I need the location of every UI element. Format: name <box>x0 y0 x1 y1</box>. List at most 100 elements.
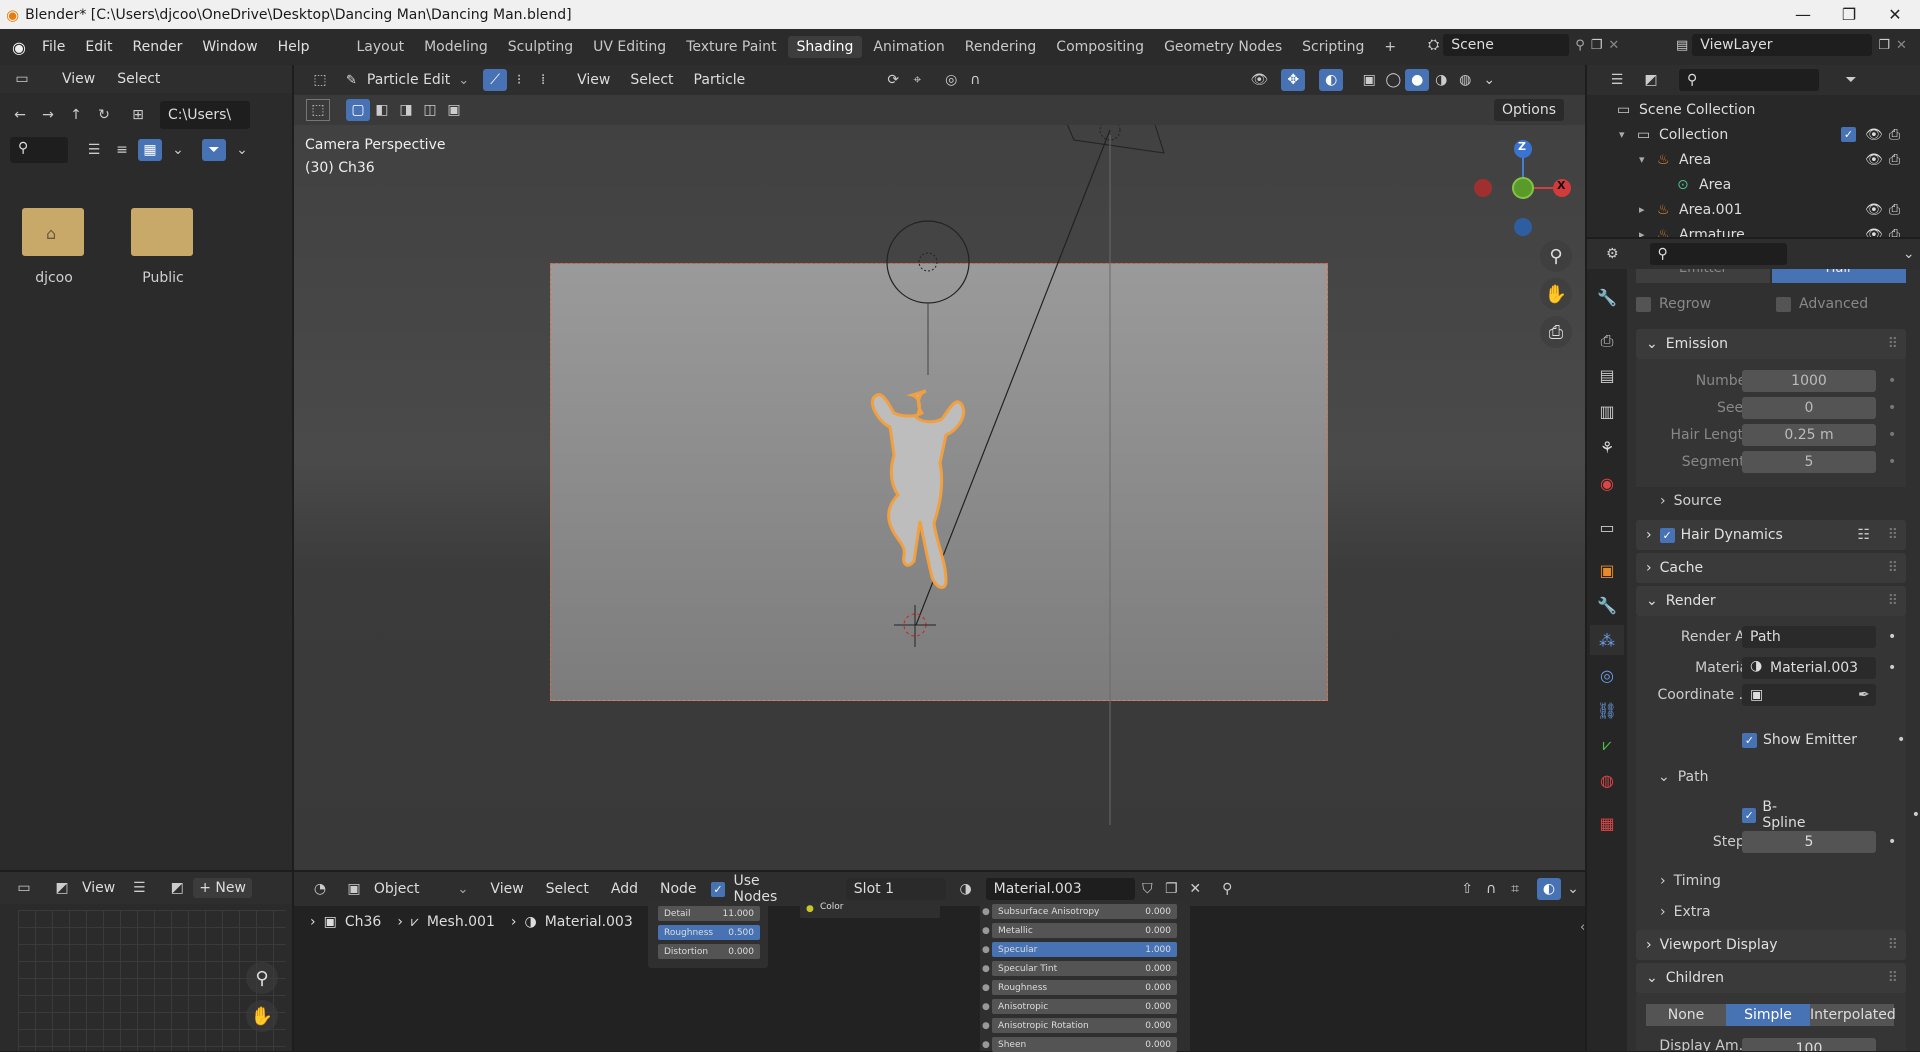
outliner-row[interactable]: ▸ ♨ Area.001 👁 ⎙ <box>1587 197 1900 222</box>
transform-orientation-icon[interactable]: ⟳ <box>881 69 905 91</box>
new-image-button[interactable]: + New <box>193 878 252 898</box>
solid-shading-icon[interactable]: ● <box>1405 69 1430 91</box>
bsdf-input-value[interactable]: 1.000 <box>1145 945 1171 955</box>
menu-file[interactable]: File <box>32 39 75 55</box>
options-dropdown[interactable]: Options <box>1494 99 1565 121</box>
snap-target-icon[interactable]: ⌗ <box>1503 878 1527 900</box>
mode-subtract-icon[interactable]: ◨ <box>394 99 418 121</box>
filter-dropdown-icon[interactable]: ⌄ <box>230 139 254 161</box>
shader-type-dropdown[interactable]: Object <box>366 881 428 897</box>
tab-shading[interactable]: Shading <box>787 36 863 58</box>
ie-zoom-icon[interactable]: ⚲ <box>246 962 278 994</box>
keyframe-dot-icon[interactable]: • <box>1888 660 1896 676</box>
extra-subpanel[interactable]: › Extra <box>1660 900 1711 924</box>
regrow-checkbox[interactable] <box>1636 296 1651 312</box>
bsdf-input-row[interactable]: Anisotropic Rotation 0.000 ● <box>982 1018 1177 1033</box>
bsdf-input-row[interactable]: Roughness 0.000 ● <box>982 980 1177 995</box>
type-emitter-tab[interactable]: Emitter <box>1636 269 1770 283</box>
steps-field[interactable]: 5 <box>1742 831 1876 853</box>
emission-field-value[interactable]: 0.25 m <box>1742 424 1876 446</box>
scene-name-field[interactable]: Scene <box>1443 34 1570 56</box>
color-output-socket[interactable]: ● Color <box>800 902 940 918</box>
drag-handle-icon[interactable]: ⠿ <box>1888 336 1898 352</box>
socket-dot-icon[interactable]: ● <box>982 1021 990 1031</box>
eyedropper-icon[interactable]: ✒ <box>1858 687 1870 703</box>
menu-window[interactable]: Window <box>192 39 267 55</box>
view-layer-selector[interactable]: ▤ ViewLayer ❐ ✕ <box>1676 34 1907 56</box>
drag-handle-icon[interactable]: ⠿ <box>1888 560 1898 576</box>
proportional-edit-icon[interactable]: ◎ <box>939 69 963 91</box>
xray-icon[interactable]: ▣ <box>1357 69 1381 91</box>
use-nodes-checkbox[interactable]: ✓ <box>710 881 726 897</box>
fb-search-icon[interactable]: ⚲ <box>10 137 68 163</box>
image-browse-icon[interactable]: ◩ <box>165 877 189 899</box>
shading-options-icon[interactable]: ⌄ <box>1477 69 1501 91</box>
source-subpanel[interactable]: › Source <box>1660 489 1722 513</box>
material-name-field[interactable]: Material.003 <box>985 878 1136 900</box>
editor-type-icon[interactable]: ▭ <box>12 877 36 899</box>
vp-menu-particle[interactable]: Particle <box>686 72 754 88</box>
keyframe-dot-icon[interactable]: • <box>1888 400 1896 416</box>
keyframe-dot-icon[interactable]: • <box>1912 807 1920 823</box>
navigation-gizmo[interactable]: Z X <box>1470 135 1580 245</box>
properties-options-icon[interactable]: ⌄ <box>1897 243 1920 265</box>
filter-icon[interactable]: ⏷ <box>1839 69 1863 91</box>
object-tab-icon[interactable]: ▣ <box>1590 555 1624 585</box>
material-shading-icon[interactable]: ◑ <box>1429 69 1453 91</box>
pivot-icon[interactable]: ⌖ <box>905 69 929 91</box>
expand-arrow-icon[interactable]: ▾ <box>1619 128 1625 141</box>
fb-menu-select[interactable]: Select <box>109 71 168 87</box>
menu-render[interactable]: Render <box>123 39 193 55</box>
ne-menu-add[interactable]: Add <box>603 881 646 897</box>
path-subpanel[interactable]: ⌄ Path <box>1658 765 1709 789</box>
socket-dot-icon[interactable]: ● <box>982 926 990 936</box>
children-none-button[interactable]: None <box>1646 1004 1726 1026</box>
presets-list-icon[interactable]: ☷ <box>1857 527 1870 543</box>
close-window-button[interactable]: ✕ <box>1872 0 1918 29</box>
coordinate-object-field[interactable]: ▣ <box>1742 684 1876 706</box>
drag-handle-icon[interactable]: ⠿ <box>1888 527 1898 543</box>
expand-arrow-icon[interactable]: ▾ <box>1639 153 1645 166</box>
camera-icon[interactable]: ⎙ <box>1889 227 1900 238</box>
socket-dot-icon[interactable]: ● <box>982 945 990 955</box>
blender-menu-icon[interactable]: ◉ <box>12 38 26 57</box>
expand-arrow-icon[interactable]: ▸ <box>1639 203 1645 216</box>
eye-icon[interactable]: 👁 <box>1865 227 1883 238</box>
ie-pan-hand-icon[interactable]: ✋ <box>246 1000 278 1032</box>
keyframe-dot-icon[interactable]: • <box>1888 834 1896 850</box>
camera-icon[interactable]: ⎙ <box>1889 202 1900 218</box>
bsdf-input-value[interactable]: 0.000 <box>1145 1040 1171 1050</box>
timing-subpanel[interactable]: › Timing <box>1660 869 1721 893</box>
camera-icon[interactable]: ⎙ <box>1889 152 1900 168</box>
children-section-header[interactable]: ⌄ Children ⠿ <box>1636 963 1906 993</box>
bsdf-input-value[interactable]: 0.000 <box>1145 1021 1171 1031</box>
refresh-icon[interactable]: ↻ <box>92 104 116 126</box>
thumbnail-view-icon[interactable]: ▦ <box>138 139 162 161</box>
vp-menu-select[interactable]: Select <box>622 72 681 88</box>
texture-tab-icon[interactable]: ▦ <box>1590 808 1624 838</box>
outliner-row[interactable]: ▾ ▭ Collection ✓ 👁 ⎙ <box>1587 122 1900 147</box>
bsdf-input-row[interactable]: Specular 1.000 ● <box>982 942 1177 957</box>
sidebar-toggle-icon[interactable]: ‹ <box>1580 920 1585 935</box>
rendered-shading-icon[interactable]: ◍ <box>1453 69 1477 91</box>
bsdf-input-row[interactable]: Metallic 0.000 ● <box>982 923 1177 938</box>
detail-view-icon[interactable]: ≡ <box>110 139 134 161</box>
socket-dot-icon[interactable]: ● <box>982 1002 990 1012</box>
ne-menu-view[interactable]: View <box>482 881 531 897</box>
display-amount-field[interactable]: 100 <box>1742 1038 1876 1051</box>
mode-selector[interactable]: Particle Edit <box>359 72 458 88</box>
hamburger-menu-icon[interactable]: ☰ <box>127 877 151 899</box>
bsdf-input-value[interactable]: 0.000 <box>1145 907 1171 917</box>
duplicate-material-icon[interactable]: ❐ <box>1159 878 1183 900</box>
wireframe-shading-icon[interactable]: ◯ <box>1381 69 1405 91</box>
tool-tab-icon[interactable]: 🔧 <box>1590 282 1624 312</box>
add-workspace-icon[interactable]: + <box>1375 36 1405 58</box>
socket-dot-icon[interactable]: ● <box>982 907 990 917</box>
tab-texture-paint[interactable]: Texture Paint <box>677 36 785 58</box>
bsdf-input-row[interactable]: Anisotropic 0.000 ● <box>982 999 1177 1014</box>
slot-dropdown[interactable]: Slot 1 <box>845 878 946 900</box>
type-hair-tab[interactable]: Hair <box>1772 269 1906 283</box>
render-section-header[interactable]: ⌄ Render ⠿ <box>1636 586 1906 616</box>
comb-tool-icon[interactable]: ⟋ <box>483 69 508 91</box>
path-field[interactable]: C:\Users\ <box>160 101 250 129</box>
